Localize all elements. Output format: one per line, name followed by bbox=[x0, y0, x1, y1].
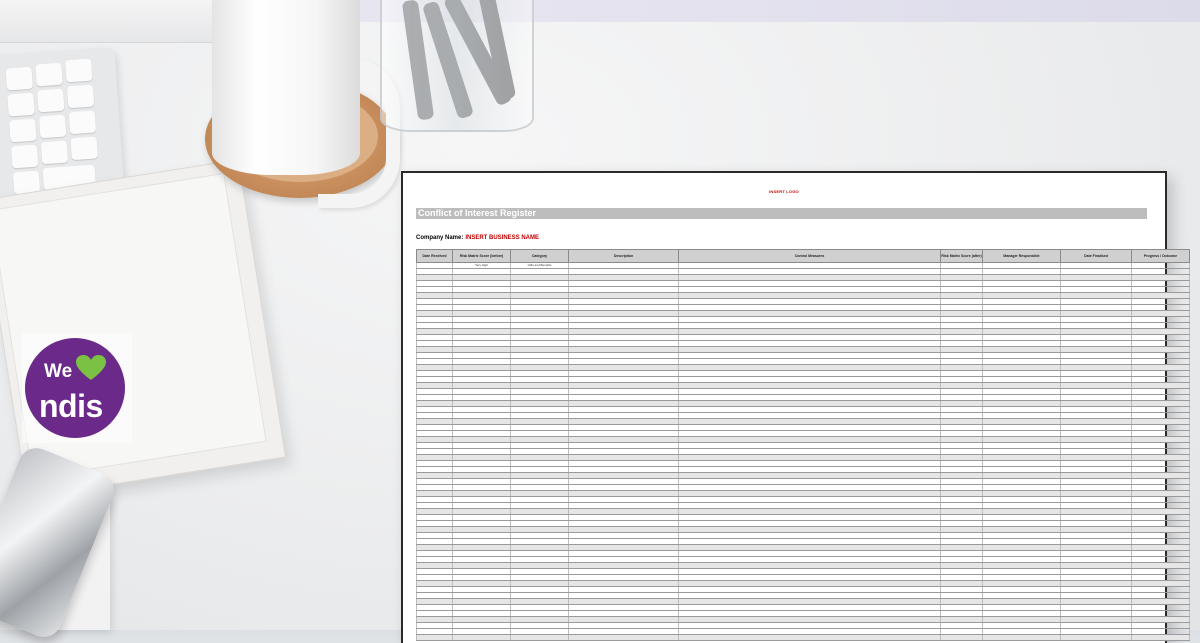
heart-icon bbox=[76, 355, 106, 380]
company-value: INSERT BUSINESS NAME bbox=[465, 235, 540, 241]
coffee-mug bbox=[212, 0, 360, 175]
logo-word-brand: ndis bbox=[39, 388, 103, 424]
keyboard-key bbox=[68, 110, 97, 135]
company-label: Company Name: bbox=[416, 235, 464, 241]
keyboard-key bbox=[7, 92, 35, 117]
title-bar: Conflict of Interest Register bbox=[416, 208, 1147, 219]
table-cell bbox=[1131, 634, 1190, 641]
keyboard-key bbox=[40, 140, 69, 165]
table-row bbox=[416, 634, 1190, 641]
col-header: Risk Matrix Score (before) bbox=[452, 249, 511, 263]
table-cell bbox=[568, 634, 679, 641]
keyboard-key bbox=[66, 84, 95, 109]
register-document: INSERT LOGO Conflict of Interest Registe… bbox=[401, 171, 1190, 643]
keyboard-key bbox=[9, 118, 37, 143]
keyboard-key bbox=[35, 62, 63, 87]
keyboard-key bbox=[65, 58, 93, 83]
company-line: Company Name: INSERT BUSINESS NAME bbox=[416, 235, 539, 241]
logo-word-we: We bbox=[44, 361, 73, 382]
table-cell bbox=[982, 634, 1061, 641]
col-header: Progress / Outcome bbox=[1131, 249, 1190, 263]
table-header-row: Date Received Risk Matrix Score (before)… bbox=[416, 249, 1190, 263]
table-cell bbox=[940, 634, 983, 641]
keyboard-key bbox=[5, 66, 33, 91]
col-header: Date Received bbox=[416, 249, 453, 263]
document-title: Conflict of Interest Register bbox=[418, 208, 537, 218]
table-cell bbox=[678, 634, 941, 641]
insert-logo-text: INSERT LOGO bbox=[769, 189, 799, 194]
col-header: Manager Responsible bbox=[982, 249, 1061, 263]
col-header: Date Finalised bbox=[1060, 249, 1132, 263]
col-header: Control Measures bbox=[678, 249, 941, 263]
keyboard-key bbox=[38, 114, 67, 139]
monitor-stand bbox=[0, 0, 215, 43]
table-cell bbox=[416, 634, 453, 641]
table-cell bbox=[1060, 634, 1132, 641]
keyboard-key bbox=[37, 88, 65, 113]
glass-jar bbox=[380, 0, 534, 132]
col-header: Risk Matrix Score (after) bbox=[940, 249, 983, 263]
keyboard-key bbox=[70, 136, 98, 161]
table-cell bbox=[452, 634, 511, 641]
col-header: Category bbox=[510, 249, 569, 263]
table-cell bbox=[510, 634, 569, 641]
register-table: Date Received Risk Matrix Score (before)… bbox=[416, 249, 1190, 641]
col-header: Description bbox=[568, 249, 679, 263]
keyboard-key bbox=[10, 144, 39, 169]
